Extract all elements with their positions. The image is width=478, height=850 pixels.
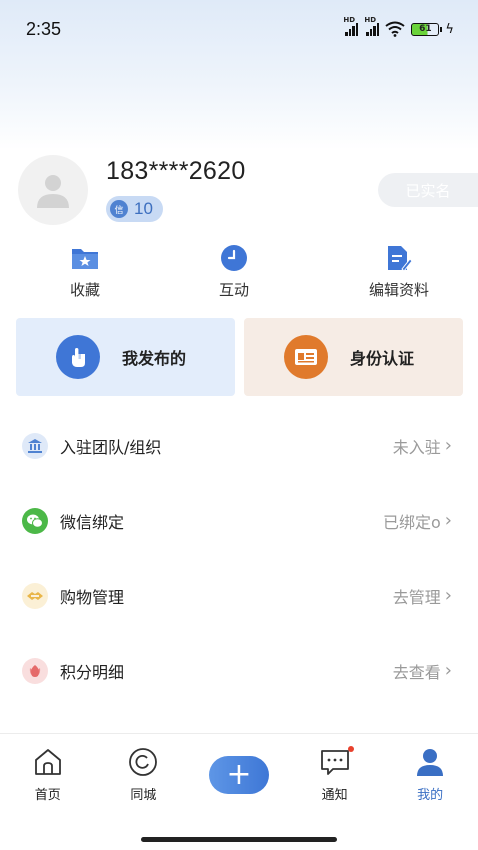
profile-info: 183****2620 信 10 <box>106 155 246 225</box>
settings-menu: 入驻团队/组织 未入驻 › 微信绑定 已绑定o › 购物管理 去管理 › 积分明… <box>0 408 478 708</box>
chevron-right-icon: › <box>444 510 452 531</box>
user-icon <box>417 749 444 776</box>
default-avatar-icon <box>37 175 69 208</box>
edit-document-icon <box>388 246 412 272</box>
tab-home[interactable]: 首页 <box>0 734 96 813</box>
menu-value: 去查看 <box>392 662 441 682</box>
avatar[interactable] <box>18 155 88 225</box>
verified-tag[interactable]: 已实名 <box>378 173 478 207</box>
tab-label: 同城 <box>130 788 157 803</box>
wifi-icon <box>385 21 406 37</box>
location-circle-icon <box>129 748 158 776</box>
identity-verification-label: 身份认证 <box>350 349 415 368</box>
menu-label: 入驻团队/组织 <box>60 437 162 457</box>
tab-nearby[interactable]: 同城 <box>96 734 192 813</box>
status-icons: HD HD 61 ϟ <box>343 16 454 37</box>
tab-add[interactable]: + <box>191 734 287 813</box>
identity-verification-card[interactable]: 身份认证 <box>244 318 463 396</box>
tab-notifications[interactable]: 通知 <box>287 734 383 813</box>
chevron-right-icon: › <box>444 660 452 681</box>
battery-icon: 61 <box>411 22 443 36</box>
signal-icon: HD <box>343 16 359 36</box>
message-icon <box>320 750 349 775</box>
quick-action-favorites[interactable]: 收藏 <box>55 243 115 300</box>
credit-badge[interactable]: 信 10 <box>106 196 163 222</box>
hand-tap-icon <box>56 335 100 379</box>
tab-label: 首页 <box>34 788 61 803</box>
menu-value: 已绑定o <box>383 512 441 532</box>
menu-value: 去管理 <box>392 587 441 607</box>
quick-action-label: 编辑资料 <box>368 281 429 299</box>
tab-label: 我的 <box>417 788 444 803</box>
quick-action-label: 互动 <box>218 281 249 299</box>
unread-dot <box>347 746 354 752</box>
clock-icon <box>221 245 247 271</box>
status-bar: 2:35 HD HD 61 ϟ <box>0 0 478 58</box>
chevron-right-icon: › <box>444 435 452 456</box>
credit-score: 10 <box>134 199 153 218</box>
quick-action-interaction[interactable]: 互动 <box>204 243 264 300</box>
shopping-icon <box>22 582 48 609</box>
my-posts-label: 我发布的 <box>122 349 187 368</box>
id-card-icon <box>284 335 328 379</box>
feature-cards: 我发布的 身份认证 <box>16 318 463 396</box>
menu-item-shopping[interactable]: 购物管理 去管理 › <box>0 558 478 633</box>
folder-star-icon <box>72 249 98 269</box>
menu-label: 购物管理 <box>60 587 125 607</box>
bank-icon <box>22 432 48 459</box>
credit-shield-icon: 信 <box>110 200 128 218</box>
profile-section[interactable]: 183****2620 信 10 <box>18 155 246 225</box>
menu-value: 未入驻 <box>392 437 441 457</box>
menu-item-join-team[interactable]: 入驻团队/组织 未入驻 › <box>0 408 478 483</box>
chevron-right-icon: › <box>444 585 452 606</box>
plus-icon[interactable]: + <box>208 756 269 794</box>
menu-label: 微信绑定 <box>60 512 125 532</box>
tab-mine[interactable]: 我的 <box>382 734 478 813</box>
user-phone: 183****2620 <box>106 157 246 185</box>
home-icon <box>34 749 61 775</box>
menu-item-wechat-binding[interactable]: 微信绑定 已绑定o › <box>0 483 478 558</box>
bottom-tabbar: 首页 同城 + 通知 我的 <box>0 733 478 813</box>
quick-action-label: 收藏 <box>69 281 100 299</box>
wechat-icon <box>22 507 48 534</box>
quick-action-edit-profile[interactable]: 编辑资料 <box>357 243 441 300</box>
charging-icon: ϟ <box>445 21 454 37</box>
status-time: 2:35 <box>26 18 62 39</box>
points-icon <box>22 657 48 684</box>
menu-item-points[interactable]: 积分明细 去查看 › <box>0 633 478 708</box>
battery-level: 61 <box>419 24 432 34</box>
menu-label: 积分明细 <box>60 662 125 682</box>
tab-label: 通知 <box>321 788 348 803</box>
signal-icon-2: HD <box>364 16 380 36</box>
home-indicator[interactable] <box>141 837 337 842</box>
my-posts-card[interactable]: 我发布的 <box>16 318 235 396</box>
